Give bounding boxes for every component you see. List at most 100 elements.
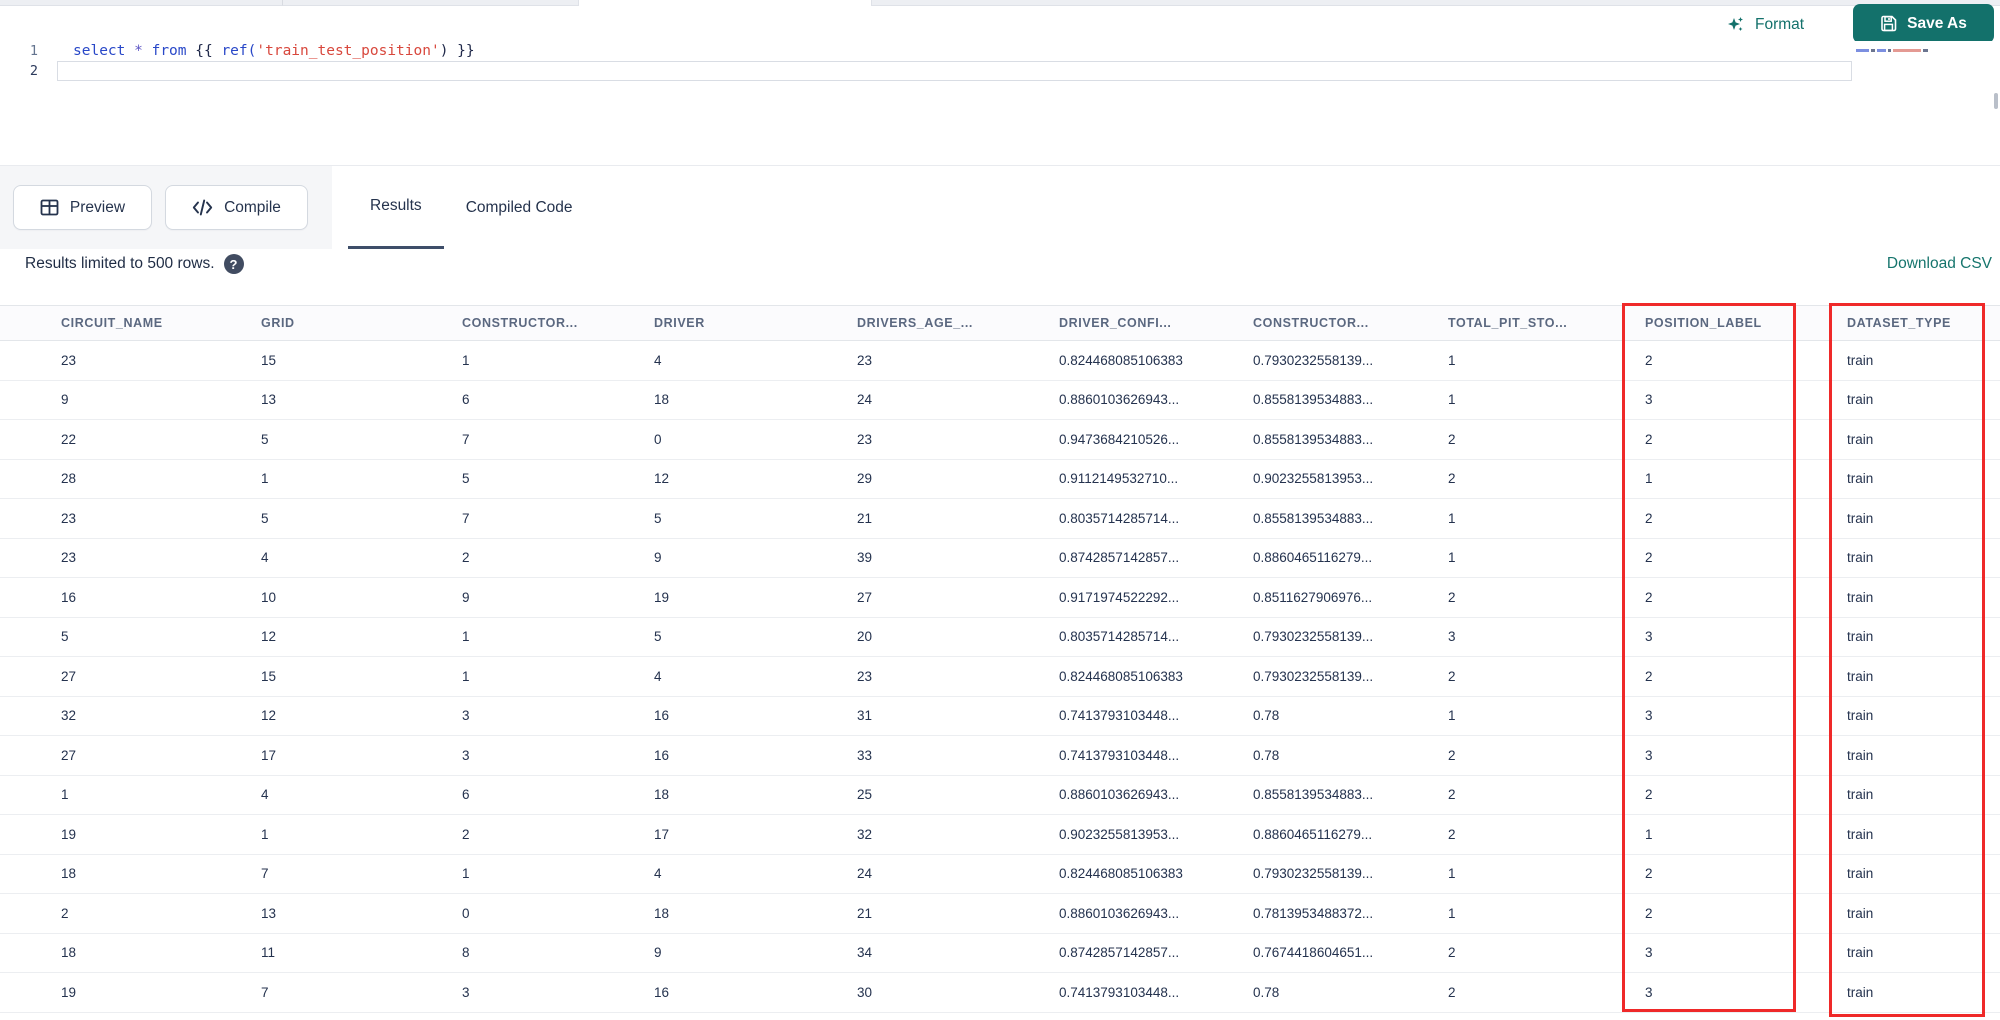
table-cell: 0.9112149532710... bbox=[1059, 459, 1253, 499]
table-cell: 2 bbox=[1645, 854, 1847, 894]
table-cell: 2 bbox=[1645, 656, 1847, 697]
table-cell: 21 bbox=[857, 893, 1059, 934]
code-text-line-1: select * from {{ ref('train_test_positio… bbox=[73, 41, 475, 61]
tab-compiled-code[interactable]: Compiled Code bbox=[444, 166, 595, 249]
table-cell: 32 bbox=[857, 814, 1059, 855]
table-cell: 17 bbox=[654, 814, 857, 855]
table-cell: 3 bbox=[462, 696, 654, 736]
table-cell: 3 bbox=[1645, 972, 1847, 1013]
table-cell: 0.8558139534883... bbox=[1253, 498, 1448, 539]
table-cell: 1 bbox=[462, 656, 654, 697]
table-cell: 0.7930232558139... bbox=[1253, 340, 1448, 381]
table-cell: 2 bbox=[1448, 933, 1645, 973]
table-cell: 16 bbox=[0, 577, 261, 618]
action-button-panel: Preview Compile bbox=[0, 166, 332, 249]
table-cell: 0.7413793103448... bbox=[1059, 972, 1253, 1013]
table-grid-icon bbox=[40, 199, 59, 216]
save-icon bbox=[1881, 15, 1897, 32]
results-grid: CIRCUIT_NAME GRID CONSTRUCTOR... DRIVER DRIV… bbox=[0, 305, 2000, 1013]
table-cell: 7 bbox=[462, 419, 654, 460]
column-header: GRID bbox=[261, 305, 462, 341]
table-cell: 4 bbox=[654, 340, 857, 381]
table-cell: 2 bbox=[1448, 419, 1645, 460]
table-cell: 7 bbox=[462, 498, 654, 539]
code-line-2[interactable]: 2 bbox=[0, 61, 2000, 81]
code-token: 'train_test_position' bbox=[256, 43, 440, 59]
table-cell: train bbox=[1847, 538, 2000, 578]
code-token: from bbox=[151, 43, 187, 59]
table-cell: 18 bbox=[654, 775, 857, 815]
table-cell: 0.7413793103448... bbox=[1059, 696, 1253, 736]
table-cell: 1 bbox=[1645, 814, 1847, 855]
format-button[interactable]: Format bbox=[1726, 11, 1804, 39]
table-row: 27 15 1 4 23 0.824468085106383 0.7930232558139… bbox=[0, 656, 2000, 697]
column-header: POSITION_LABEL bbox=[1645, 305, 1847, 341]
table-cell: 10 bbox=[261, 577, 462, 618]
table-cell: 19 bbox=[654, 577, 857, 618]
table-cell: 27 bbox=[857, 577, 1059, 618]
save-as-label: Save As bbox=[1907, 14, 1967, 32]
compile-label: Compile bbox=[224, 198, 281, 216]
table-row: 19 7 3 16 30 0.7413793103448... 0.78 2 3 train bbox=[0, 972, 2000, 1013]
table-cell: 0.78 bbox=[1253, 735, 1448, 776]
download-csv-link[interactable]: Download CSV bbox=[1887, 252, 1992, 276]
table-cell: 1 bbox=[0, 775, 261, 815]
code-line-1[interactable]: 1 select * from {{ ref('train_test_posit… bbox=[0, 41, 2000, 61]
table-cell: 9 bbox=[654, 933, 857, 973]
table-cell: 16 bbox=[654, 972, 857, 1013]
preview-button[interactable]: Preview bbox=[13, 185, 152, 230]
table-cell: 2 bbox=[1448, 775, 1645, 815]
results-toolbar: Preview Compile Results Compiled Code bbox=[0, 166, 2000, 249]
column-header: DRIVERS_AGE_... bbox=[857, 305, 1059, 341]
table-cell: 1 bbox=[462, 854, 654, 894]
table-row: 5 12 1 5 20 0.8035714285714... 0.7930232558139… bbox=[0, 617, 2000, 657]
table-row: 2 13 0 18 21 0.8860103626943... 0.781395348837… bbox=[0, 893, 2000, 934]
table-row: 27 17 3 16 33 0.7413793103448... 0.78 2 3 train bbox=[0, 735, 2000, 776]
table-cell: 2 bbox=[462, 814, 654, 855]
table-cell: 23 bbox=[0, 340, 261, 381]
table-cell: 2 bbox=[1645, 577, 1847, 618]
table-cell: 2 bbox=[0, 893, 261, 934]
column-header: DATASET_TYPE bbox=[1847, 305, 2000, 341]
save-as-button[interactable]: Save As bbox=[1853, 4, 1994, 43]
code-token: {{ bbox=[195, 43, 213, 59]
table-cell: 0.7413793103448... bbox=[1059, 735, 1253, 776]
table-cell: 2 bbox=[1448, 656, 1645, 697]
table-cell: 0.8742857142857... bbox=[1059, 538, 1253, 578]
row-limit-text: Results limited to 500 rows. bbox=[25, 255, 215, 272]
table-header-row: CIRCUIT_NAME GRID CONSTRUCTOR... DRIVER DRIV… bbox=[0, 305, 2000, 341]
table-cell: 0.7674418604651... bbox=[1253, 933, 1448, 973]
table-cell: 25 bbox=[857, 775, 1059, 815]
table-cell: 4 bbox=[261, 775, 462, 815]
results-info-bar: Results limited to 500 rows. ? Download … bbox=[0, 249, 2000, 305]
table-cell: 0.824468085106383 bbox=[1059, 340, 1253, 381]
table-cell: train bbox=[1847, 933, 2000, 973]
table-cell: 5 bbox=[462, 459, 654, 499]
table-cell: 18 bbox=[654, 893, 857, 934]
table-cell: 1 bbox=[1448, 538, 1645, 578]
code-token: }} bbox=[457, 43, 475, 59]
editor-scrollbar[interactable] bbox=[1994, 93, 1998, 109]
table-cell: 0.7813953488372... bbox=[1253, 893, 1448, 934]
table-cell: train bbox=[1847, 814, 2000, 855]
table-cell: 1 bbox=[1448, 696, 1645, 736]
table-cell: train bbox=[1847, 380, 2000, 420]
editor-minimap[interactable] bbox=[1856, 49, 1968, 59]
table-cell: 0 bbox=[462, 893, 654, 934]
tab-results[interactable]: Results bbox=[348, 166, 444, 249]
help-icon[interactable]: ? bbox=[223, 254, 244, 274]
sql-editor[interactable]: 1 select * from {{ ref('train_test_posit… bbox=[0, 41, 2000, 166]
table-cell: 0 bbox=[654, 419, 857, 460]
table-cell: 1 bbox=[462, 340, 654, 381]
compile-button[interactable]: Compile bbox=[165, 185, 308, 230]
line-number-1: 1 bbox=[29, 43, 38, 59]
line-number-2: 2 bbox=[29, 63, 38, 79]
table-row: 18 7 1 4 24 0.824468085106383 0.7930232558139.… bbox=[0, 854, 2000, 894]
row-limit-note: Results limited to 500 rows. ? bbox=[25, 252, 244, 276]
table-cell: 9 bbox=[654, 538, 857, 578]
table-cell: 3 bbox=[1645, 617, 1847, 657]
table-cell: 23 bbox=[857, 340, 1059, 381]
table-cell: 22 bbox=[0, 419, 261, 460]
